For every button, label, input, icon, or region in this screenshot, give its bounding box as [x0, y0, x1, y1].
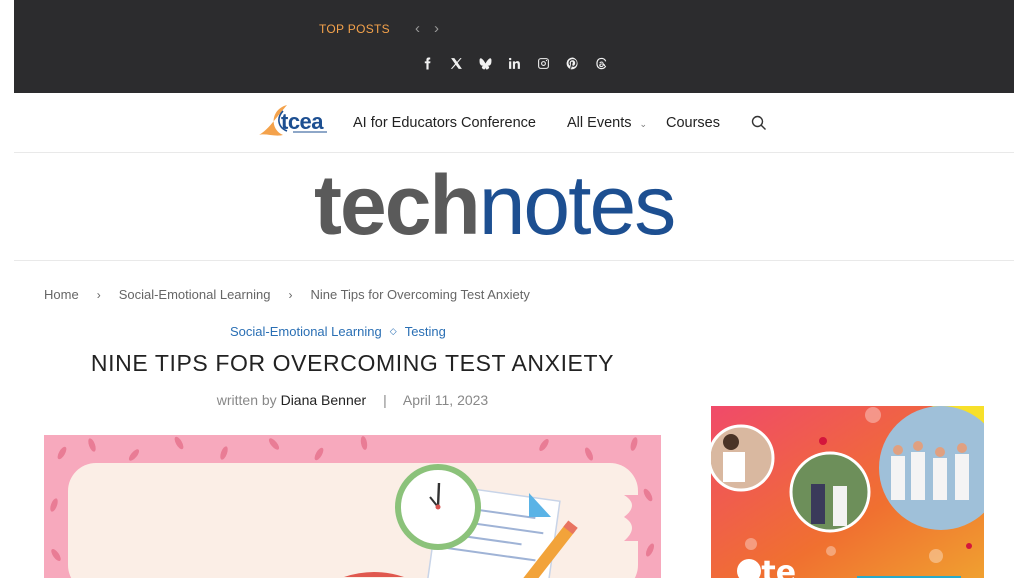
post-meta: written by Diana Benner | April 11, 2023	[44, 392, 661, 408]
site-masthead[interactable]: technotes	[14, 153, 1014, 261]
top-bar: TOP POSTS ‹ ›	[14, 0, 1014, 93]
breadcrumb-category[interactable]: Social-Emotional Learning	[119, 287, 271, 302]
breadcrumb: Home › Social-Emotional Learning › Nine …	[44, 287, 530, 302]
meta-divider: |	[383, 392, 387, 408]
search-icon[interactable]	[751, 115, 767, 131]
nav-ai-educators-conference[interactable]: AI for Educators Conference	[353, 115, 536, 131]
nav-all-events[interactable]: All Events ⌄	[567, 115, 647, 131]
breadcrumb-current: Nine Tips for Overcoming Test Anxiety	[310, 287, 530, 302]
next-post-arrow-icon[interactable]: ›	[434, 20, 439, 37]
chevron-right-icon: ›	[96, 287, 101, 302]
post-categories: Social-Emotional Learning ◇ Testing	[230, 324, 446, 339]
linkedin-icon[interactable]	[507, 56, 522, 71]
prev-post-arrow-icon[interactable]: ‹	[415, 20, 420, 37]
pinterest-icon[interactable]	[565, 56, 580, 71]
sidebar-ad-banner[interactable]: ete	[711, 406, 984, 578]
social-links	[420, 56, 609, 71]
nav-all-events-label: All Events	[567, 115, 632, 131]
written-by-label: written by	[216, 392, 277, 408]
conference-ad-image: ete	[711, 406, 984, 578]
post-date: April 11, 2023	[402, 392, 489, 408]
nav-courses[interactable]: Courses	[666, 115, 720, 131]
breadcrumb-home[interactable]: Home	[44, 287, 79, 302]
category-link[interactable]: Social-Emotional Learning	[230, 324, 382, 339]
test-anxiety-illustration	[44, 435, 661, 578]
masthead-tech: tech	[314, 158, 481, 252]
author-link[interactable]: Diana Benner	[281, 392, 367, 408]
ad-wordmark: ete	[741, 555, 796, 578]
featured-image	[44, 435, 661, 578]
category-link[interactable]: Testing	[405, 324, 446, 339]
chevron-down-icon: ⌄	[639, 119, 648, 129]
top-posts-label[interactable]: TOP POSTS	[319, 22, 390, 36]
logo-text: tcea	[281, 109, 324, 134]
bluesky-icon[interactable]	[478, 56, 493, 71]
post-title: NINE TIPS FOR OVERCOMING TEST ANXIETY	[90, 350, 615, 376]
main-nav: tcea AI for Educators Conference All Eve…	[14, 93, 1014, 153]
x-icon[interactable]	[449, 56, 464, 71]
instagram-icon[interactable]	[536, 56, 551, 71]
tcea-logo[interactable]: tcea	[257, 99, 341, 141]
masthead-notes: notes	[478, 158, 676, 252]
diamond-separator-icon: ◇	[389, 326, 397, 336]
masthead-logo: technotes	[314, 155, 676, 255]
facebook-icon[interactable]	[420, 56, 435, 71]
threads-icon[interactable]	[594, 56, 609, 71]
chevron-right-icon: ›	[288, 287, 293, 302]
